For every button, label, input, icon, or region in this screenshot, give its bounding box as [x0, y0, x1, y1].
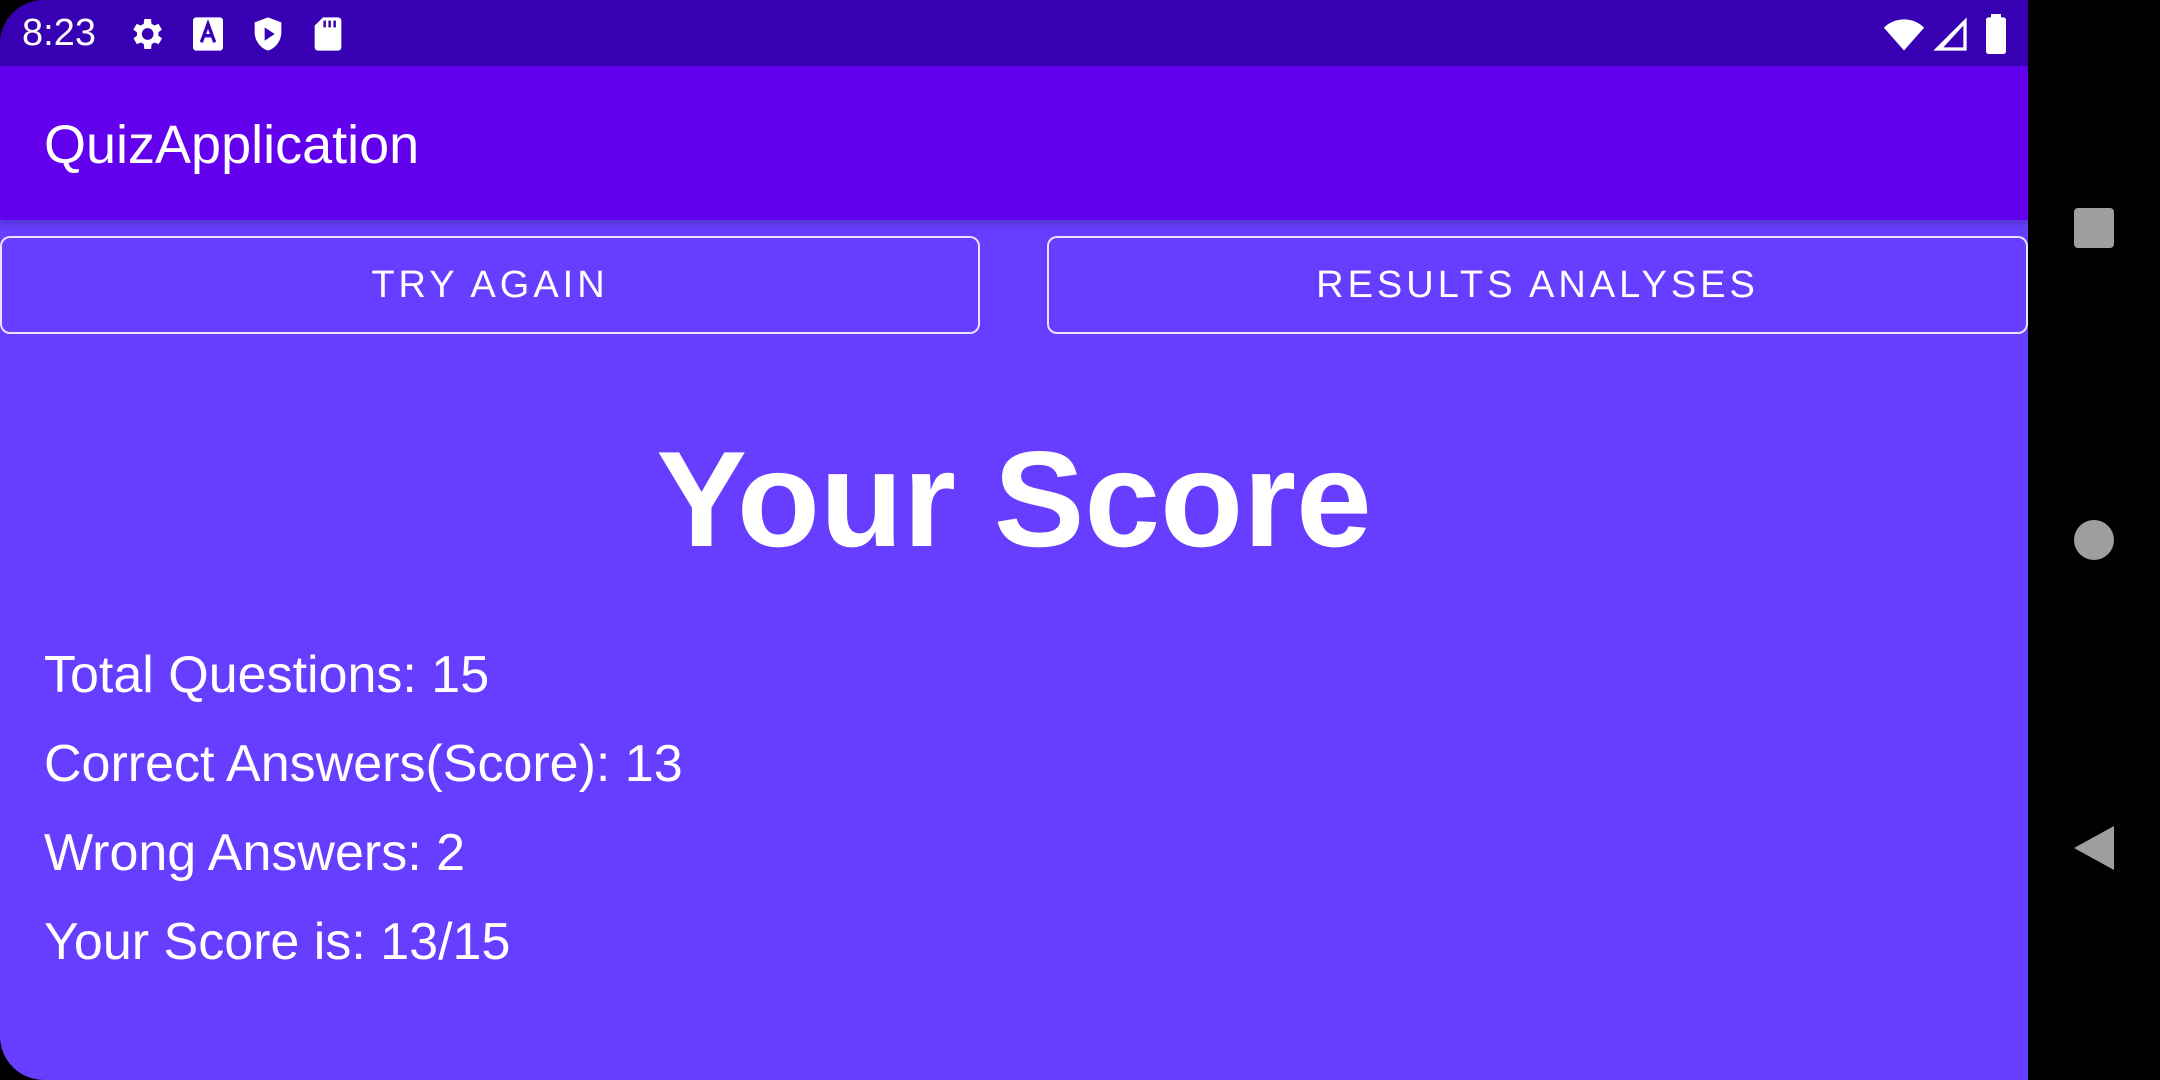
settings-icon [126, 14, 166, 54]
home-circle-icon[interactable] [2070, 516, 2118, 564]
recents-square-icon[interactable] [2070, 204, 2118, 252]
score-heading: Your Score [656, 423, 1372, 575]
total-questions-text: Total Questions: 15 [44, 646, 490, 704]
back-triangle-icon[interactable] [2070, 824, 2118, 872]
app-screen: 8:23 QuizApplication TRY AGAIN RESULTS A… [0, 0, 2028, 1080]
app-bar: QuizApplication [0, 66, 2028, 220]
results-analyses-button[interactable]: RESULTS ANALYSES [1047, 236, 2028, 334]
play-protect-icon [248, 14, 288, 54]
correct-answers-text: Correct Answers(Score): 13 [44, 735, 683, 793]
signal-icon [1930, 14, 1970, 54]
navigation-bar [2028, 0, 2160, 1080]
app-title: QuizApplication [44, 115, 420, 175]
status-time: 8:23 [22, 12, 96, 54]
try-again-button[interactable]: TRY AGAIN [0, 236, 980, 334]
device-frame: 8:23 QuizApplication TRY AGAIN RESULTS A… [0, 0, 2160, 1080]
battery-icon [1978, 14, 2014, 54]
font-a-icon [188, 14, 228, 54]
sd-card-icon [308, 14, 348, 54]
wrong-answers-text: Wrong Answers: 2 [44, 824, 466, 882]
final-score-text: Your Score is: 13/15 [44, 913, 511, 971]
status-bar: 8:23 [0, 0, 2028, 66]
wifi-icon [1882, 12, 1926, 56]
